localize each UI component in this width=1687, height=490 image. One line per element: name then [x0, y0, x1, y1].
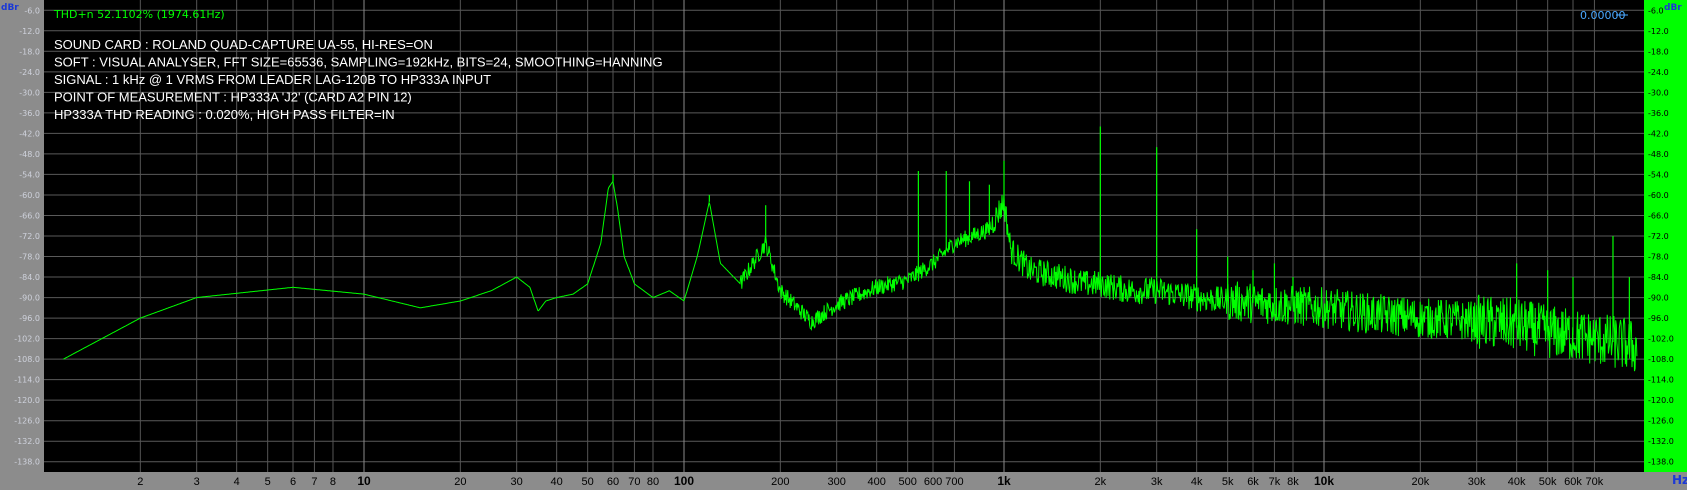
y-tick-label: -132.0 — [1648, 437, 1674, 446]
y-tick-label: -120.0 — [14, 396, 40, 405]
y-tick-label: -54.0 — [1648, 170, 1669, 179]
x-tick-label: 30 — [511, 476, 523, 488]
x-tick-label: 10 — [357, 474, 371, 488]
y-tick-label: -114.0 — [1648, 376, 1674, 385]
x-tick-label: 70k — [1586, 476, 1604, 488]
measurement-note: SOUND CARD : ROLAND QUAD-CAPTURE UA-55, … — [54, 37, 433, 52]
x-tick-label: 2k — [1095, 476, 1107, 488]
y-tick-label: -78.0 — [1648, 253, 1669, 262]
x-tick-label: 100 — [674, 474, 694, 488]
y-unit-left: dBr — [1, 3, 19, 13]
y-tick-label: -6.0 — [1648, 6, 1664, 15]
y-tick-label: -24.0 — [1648, 68, 1669, 77]
y-tick-label: -126.0 — [14, 417, 40, 426]
x-tick-label: 40 — [551, 476, 563, 488]
x-tick-label: 7 — [311, 476, 317, 488]
x-tick-label: 5k — [1222, 476, 1234, 488]
y-tick-label: -114.0 — [14, 376, 40, 385]
y-tick-label: -30.0 — [1648, 88, 1669, 97]
y-tick-label: -78.0 — [19, 253, 40, 262]
x-tick-label: 60k — [1564, 476, 1582, 488]
y-tick-label: -102.0 — [14, 335, 40, 344]
y-tick-label: -48.0 — [19, 150, 40, 159]
measurement-note: POINT OF MEASUREMENT : HP333A 'J2' (CARD… — [54, 90, 412, 105]
y-tick-label: -90.0 — [19, 294, 40, 303]
y-tick-label: -66.0 — [19, 211, 40, 220]
y-tick-label: -36.0 — [19, 109, 40, 118]
x-tick-label: 6k — [1247, 476, 1259, 488]
y-tick-label: -138.0 — [14, 458, 40, 467]
y-tick-label: -96.0 — [19, 314, 40, 323]
x-tick-label: 20 — [454, 476, 466, 488]
measurement-note: SIGNAL : 1 kHz @ 1 VRMS FROM LEADER LAG-… — [54, 72, 491, 87]
x-tick-label: 60 — [607, 476, 619, 488]
measurement-note: HP333A THD READING : 0.020%, HIGH PASS F… — [54, 107, 395, 122]
x-tick-label: 500 — [898, 476, 916, 488]
y-tick-label: -102.0 — [1648, 335, 1674, 344]
y-tick-label: -84.0 — [1648, 273, 1669, 282]
x-tick-label: 50 — [582, 476, 594, 488]
x-tick-label: 6 — [290, 476, 296, 488]
x-tick-label: 70 — [628, 476, 640, 488]
measurement-note: SOFT : VISUAL ANALYSER, FFT SIZE=65536, … — [54, 55, 663, 70]
y-tick-label: -72.0 — [19, 232, 40, 241]
x-tick-label: 2 — [137, 476, 143, 488]
y-tick-label: -120.0 — [1648, 396, 1674, 405]
x-unit: Hz — [1672, 473, 1687, 487]
x-tick-label: 10k — [1314, 474, 1334, 488]
y-tick-label: -30.0 — [19, 88, 40, 97]
x-tick-label: 300 — [827, 476, 845, 488]
y-tick-label: -42.0 — [1648, 129, 1669, 138]
y-tick-label: -48.0 — [1648, 150, 1669, 159]
y-tick-label: -96.0 — [1648, 314, 1669, 323]
x-tick-label: 4k — [1191, 476, 1203, 488]
y-tick-label: -60.0 — [1648, 191, 1669, 200]
y-tick-label: -66.0 — [1648, 211, 1669, 220]
y-unit-right: dBr — [1664, 3, 1682, 13]
x-tick-label: 3 — [194, 476, 200, 488]
y-tick-label: -24.0 — [19, 68, 40, 77]
x-tick-label: 80 — [647, 476, 659, 488]
x-tick-label: 8k — [1287, 476, 1299, 488]
x-tick-label: 1k — [997, 474, 1011, 488]
x-tick-label: 200 — [771, 476, 789, 488]
y-tick-label: -18.0 — [19, 47, 40, 56]
x-tick-label: 7k — [1269, 476, 1281, 488]
y-tick-label: -12.0 — [19, 27, 40, 36]
y-tick-label: -108.0 — [1648, 355, 1674, 364]
x-tick-label: 4 — [234, 476, 240, 488]
y-tick-label: -108.0 — [14, 355, 40, 364]
x-tick-label: 5 — [265, 476, 271, 488]
x-tick-label: 40k — [1508, 476, 1526, 488]
x-tick-label: 400 — [867, 476, 885, 488]
y-tick-label: -60.0 — [19, 191, 40, 200]
y-tick-label: -18.0 — [1648, 47, 1669, 56]
y-tick-label: -72.0 — [1648, 232, 1669, 241]
x-tick-label: 30k — [1468, 476, 1486, 488]
y-tick-label: -138.0 — [1648, 458, 1674, 467]
spectrum-chart: -6.0 -12.0 -18.0 -24.0 -30.0 -36.0 -42.0 -48.0 -… — [0, 0, 1687, 490]
x-tick-label: 600 — [924, 476, 942, 488]
y-tick-label: -42.0 — [19, 129, 40, 138]
x-tick-label: 20k — [1411, 476, 1429, 488]
x-tick-label: 50k — [1539, 476, 1557, 488]
y-tick-label: -12.0 — [1648, 27, 1669, 36]
y-tick-label: -126.0 — [1648, 417, 1674, 426]
y-tick-label: -84.0 — [19, 273, 40, 282]
y-tick-label: -36.0 — [1648, 109, 1669, 118]
y-tick-label: -132.0 — [14, 437, 40, 446]
thd-readout: THD+n 52.1102% (1974.61Hz) — [53, 8, 225, 21]
x-tick-label: 8 — [330, 476, 336, 488]
x-tick-label: 3k — [1151, 476, 1163, 488]
y-tick-label: -54.0 — [19, 170, 40, 179]
y-tick-label: -90.0 — [1648, 294, 1669, 303]
x-tick-label: 700 — [945, 476, 963, 488]
y-tick-label: -6.0 — [24, 6, 40, 15]
